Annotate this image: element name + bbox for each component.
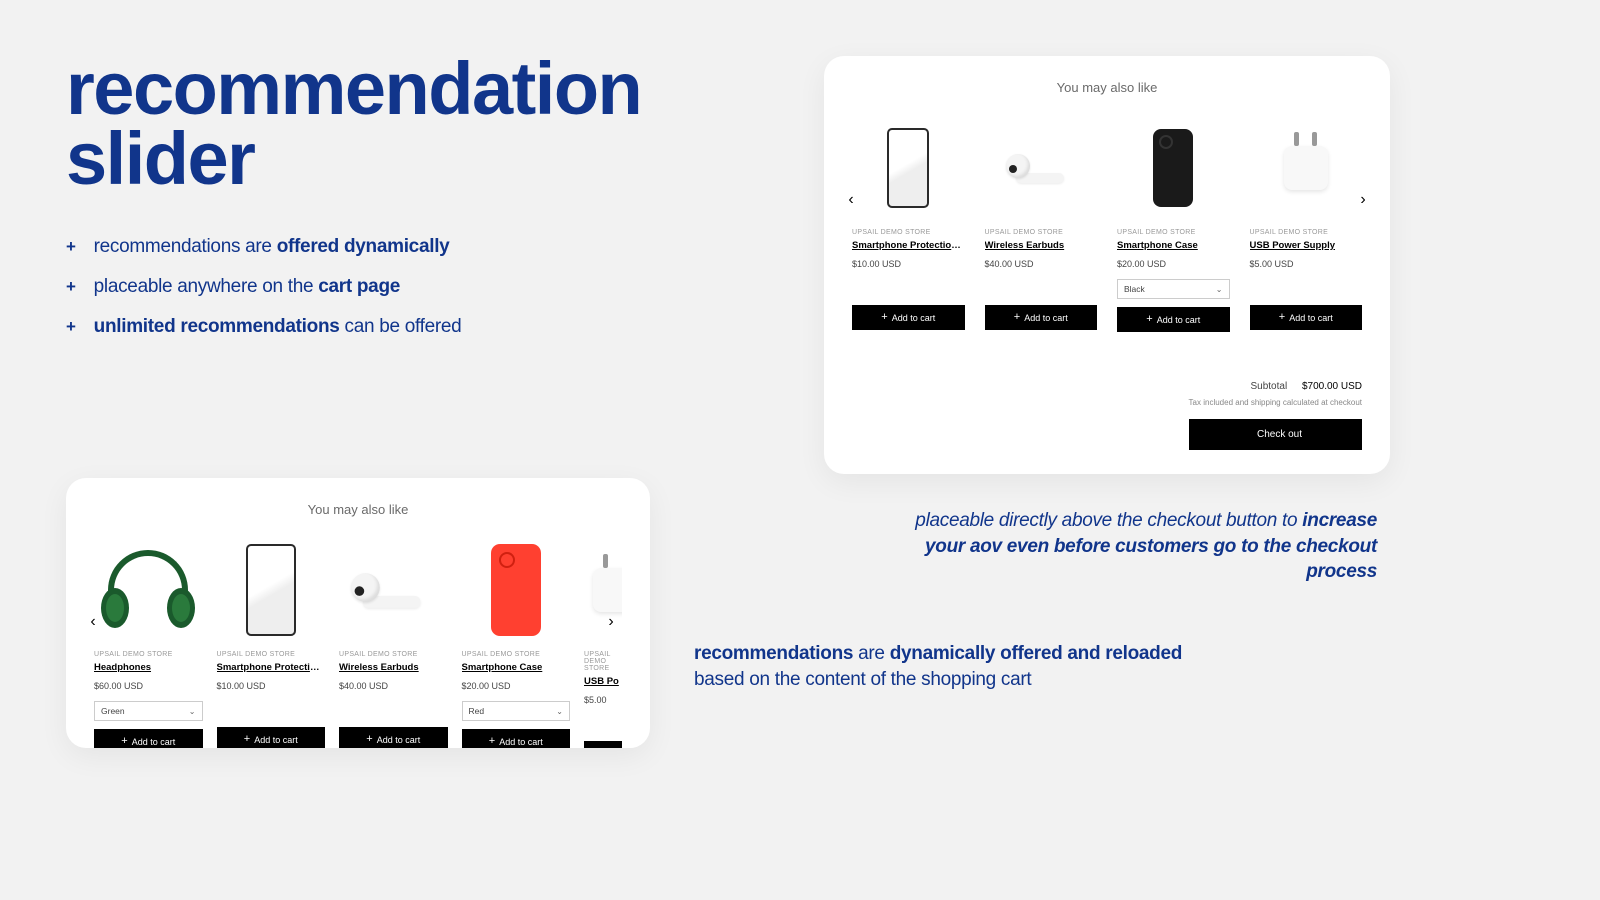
plus-icon: + bbox=[366, 734, 372, 745]
subtotal-label: Subtotal bbox=[1250, 381, 1287, 392]
slider-card-checkout: You may also like ‹ UPSAIL DEMO STORE Sm… bbox=[824, 56, 1390, 474]
product-name-link[interactable]: USB Po bbox=[584, 676, 622, 687]
headline-line-2: slider bbox=[66, 117, 254, 200]
product-image-earbuds bbox=[985, 113, 1098, 223]
product-brand: UPSAIL DEMO STORE bbox=[985, 229, 1098, 236]
subtotal-amount: $700.00 USD bbox=[1302, 381, 1362, 392]
product-price: $60.00 USD bbox=[94, 681, 203, 691]
slider-prev-button[interactable]: ‹ bbox=[84, 613, 102, 631]
plus-icon: + bbox=[1146, 314, 1152, 325]
add-to-cart-button[interactable] bbox=[584, 741, 622, 748]
chevron-left-icon: ‹ bbox=[848, 191, 853, 209]
slider-title: You may also like bbox=[94, 502, 622, 517]
bullet-3: + unlimited recommendations can be offer… bbox=[66, 316, 461, 338]
product-image-headphones bbox=[94, 535, 203, 645]
product-price: $5.00 USD bbox=[1250, 259, 1363, 269]
product-price: $5.00 bbox=[584, 695, 622, 705]
add-to-cart-button[interactable]: +Add to cart bbox=[852, 305, 965, 330]
chevron-left-icon: ‹ bbox=[90, 613, 95, 631]
slider-next-button[interactable]: › bbox=[1354, 191, 1372, 209]
product-card: UPSAIL DEMO STORE Headphones $60.00 USD … bbox=[94, 535, 203, 748]
plus-icon: + bbox=[1014, 312, 1020, 323]
slider-title: You may also like bbox=[852, 80, 1362, 95]
caption-checkout: placeable directly above the checkout bu… bbox=[893, 508, 1377, 585]
product-card: UPSAIL DEMO STORE Wireless Earbuds $40.0… bbox=[339, 535, 448, 748]
feature-bullets: + recommendations are offered dynamicall… bbox=[66, 236, 461, 356]
product-card: UPSAIL DEMO STORE Smartphone Protection … bbox=[852, 113, 965, 332]
product-card: UPSAIL DEMO STORE USB Power Supply $5.00… bbox=[1250, 113, 1363, 332]
product-image-screen-protector bbox=[217, 535, 326, 645]
cart-summary: Subtotal $700.00 USD Tax included and sh… bbox=[1189, 381, 1362, 450]
product-price: $40.00 USD bbox=[985, 259, 1098, 269]
add-to-cart-button[interactable]: +Add to cart bbox=[217, 727, 326, 748]
slider-next-button[interactable]: › bbox=[602, 613, 620, 631]
bullet-1: + recommendations are offered dynamicall… bbox=[66, 236, 461, 258]
product-brand: UPSAIL DEMO STORE bbox=[217, 651, 326, 658]
product-brand: UPSAIL DEMO STORE bbox=[584, 651, 622, 672]
add-to-cart-button[interactable]: +Add to cart bbox=[462, 729, 571, 748]
product-name-link[interactable]: Smartphone Protection Glas bbox=[217, 662, 326, 673]
product-name-link[interactable]: USB Power Supply bbox=[1250, 240, 1363, 251]
product-card: UPSAIL DEMO STORE Smartphone Protection … bbox=[217, 535, 326, 748]
product-slider: ‹ UPSAIL DEMO STORE Smartphone Protectio… bbox=[852, 113, 1362, 332]
product-image-case-red bbox=[462, 535, 571, 645]
plus-icon: + bbox=[66, 317, 76, 337]
variant-select[interactable]: Black⌄ bbox=[1117, 279, 1230, 299]
add-to-cart-button[interactable]: +Add to cart bbox=[1250, 305, 1363, 330]
product-image-screen-protector bbox=[852, 113, 965, 223]
product-name-link[interactable]: Smartphone Case bbox=[462, 662, 571, 673]
product-name-link[interactable]: Smartphone Case bbox=[1117, 240, 1230, 251]
product-name-link[interactable]: Wireless Earbuds bbox=[339, 662, 448, 673]
checkout-button[interactable]: Check out bbox=[1189, 419, 1362, 450]
product-name-link[interactable]: Wireless Earbuds bbox=[985, 240, 1098, 251]
product-price: $10.00 USD bbox=[217, 681, 326, 691]
plus-icon: + bbox=[121, 736, 127, 747]
product-price: $20.00 USD bbox=[1117, 259, 1230, 269]
product-slider: ‹ UPSAIL DEMO STORE Headphones $60.00 US… bbox=[94, 535, 622, 748]
variant-select[interactable]: Red⌄ bbox=[462, 701, 571, 721]
caption-dynamic: recommendations are dynamically offered … bbox=[694, 641, 1194, 692]
chevron-down-icon: ⌄ bbox=[1216, 285, 1223, 294]
product-price: $20.00 USD bbox=[462, 681, 571, 691]
slider-card-cart: You may also like ‹ UPSAIL DEMO STORE He… bbox=[66, 478, 650, 748]
product-brand: UPSAIL DEMO STORE bbox=[462, 651, 571, 658]
product-card: UPSAIL DEMO STORE Smartphone Case $20.00… bbox=[462, 535, 571, 748]
plus-icon: + bbox=[489, 736, 495, 747]
product-image-earbuds bbox=[339, 535, 448, 645]
product-brand: UPSAIL DEMO STORE bbox=[339, 651, 448, 658]
product-name-link[interactable]: Smartphone Protection Glas bbox=[852, 240, 965, 251]
product-brand: UPSAIL DEMO STORE bbox=[94, 651, 203, 658]
chevron-down-icon: ⌄ bbox=[556, 707, 563, 716]
add-to-cart-button[interactable]: +Add to cart bbox=[339, 727, 448, 748]
plus-icon: + bbox=[66, 237, 76, 257]
product-brand: UPSAIL DEMO STORE bbox=[1250, 229, 1363, 236]
product-name-link[interactable]: Headphones bbox=[94, 662, 203, 673]
plus-icon: + bbox=[244, 734, 250, 745]
slider-prev-button[interactable]: ‹ bbox=[842, 191, 860, 209]
tax-note: Tax included and shipping calculated at … bbox=[1189, 398, 1362, 407]
add-to-cart-button[interactable]: +Add to cart bbox=[1117, 307, 1230, 332]
bullet-2: + placeable anywhere on the cart page bbox=[66, 276, 461, 298]
plus-icon: + bbox=[1279, 312, 1285, 323]
chevron-down-icon: ⌄ bbox=[189, 707, 196, 716]
product-brand: UPSAIL DEMO STORE bbox=[852, 229, 965, 236]
product-price: $10.00 USD bbox=[852, 259, 965, 269]
plus-icon: + bbox=[66, 277, 76, 297]
product-price: $40.00 USD bbox=[339, 681, 448, 691]
variant-select[interactable]: Green⌄ bbox=[94, 701, 203, 721]
product-card: UPSAIL DEMO STORE Smartphone Case $20.00… bbox=[1117, 113, 1230, 332]
product-image-case-black bbox=[1117, 113, 1230, 223]
page-headline: recommendation slider bbox=[66, 54, 641, 195]
product-card-partial: UPSAIL DEMO STORE USB Po $5.00 bbox=[584, 535, 622, 748]
chevron-right-icon: › bbox=[608, 613, 613, 631]
chevron-right-icon: › bbox=[1360, 191, 1365, 209]
product-image-charger bbox=[1250, 113, 1363, 223]
add-to-cart-button[interactable]: +Add to cart bbox=[985, 305, 1098, 330]
plus-icon: + bbox=[881, 312, 887, 323]
add-to-cart-button[interactable]: +Add to cart bbox=[94, 729, 203, 748]
product-brand: UPSAIL DEMO STORE bbox=[1117, 229, 1230, 236]
product-card: UPSAIL DEMO STORE Wireless Earbuds $40.0… bbox=[985, 113, 1098, 332]
